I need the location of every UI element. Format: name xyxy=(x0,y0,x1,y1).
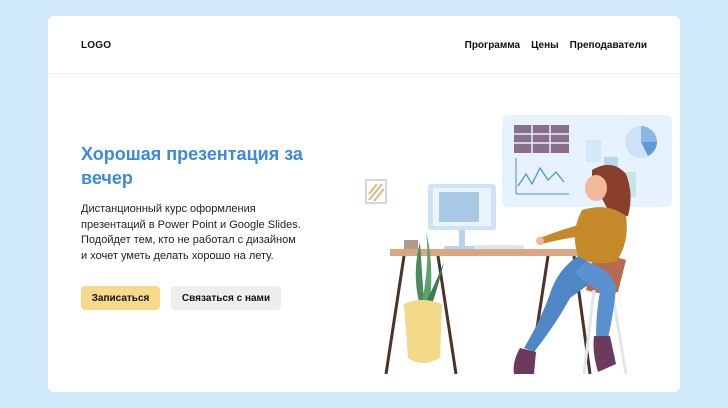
nav-link-prices[interactable]: Цены xyxy=(531,40,559,51)
signup-button[interactable]: Записаться xyxy=(81,286,160,310)
contact-button[interactable]: Связаться с нами xyxy=(171,286,281,310)
hero-title: Хорошая презентация за вечер xyxy=(81,144,303,188)
nav-link-program[interactable]: Программа xyxy=(465,40,520,51)
site-header: LOGO Программа Цены Преподаватели xyxy=(48,16,680,74)
hero-illustration xyxy=(365,115,672,375)
nav-link-teachers[interactable]: Преподаватели xyxy=(570,40,647,51)
computer-monitor-icon xyxy=(428,184,496,250)
main-nav: Программа Цены Преподаватели xyxy=(465,40,647,51)
pie-chart-icon xyxy=(625,126,657,158)
page-card: LOGO Программа Цены Преподаватели Хороша… xyxy=(48,16,680,392)
hero-description: Дистанционный курс оформления презентаци… xyxy=(81,203,301,262)
table-icon xyxy=(514,125,569,153)
logo[interactable]: LOGO xyxy=(81,40,111,51)
striped-frame-icon xyxy=(365,179,387,204)
mug-icon xyxy=(404,240,418,250)
